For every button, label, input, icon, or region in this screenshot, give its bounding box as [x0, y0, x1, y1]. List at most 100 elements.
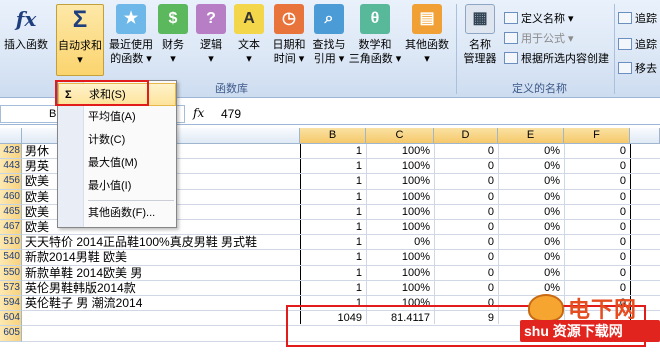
cell-b[interactable]: 1	[302, 190, 362, 205]
cell-c[interactable]: 100%	[370, 174, 430, 189]
cell-c[interactable]: 100%	[370, 144, 430, 159]
column-header-d[interactable]: D	[434, 128, 498, 144]
remove-arrows-button[interactable]: 移去	[618, 60, 657, 76]
cell-e[interactable]: 0%	[500, 190, 560, 205]
cell-f[interactable]: 0	[566, 174, 626, 189]
row-header[interactable]: 573	[0, 280, 22, 296]
cell-c[interactable]: 100%	[370, 266, 430, 281]
cell-f[interactable]: 0	[566, 190, 626, 205]
row-header[interactable]: 460	[0, 189, 22, 205]
row-header[interactable]: 604	[0, 311, 22, 327]
cell-d[interactable]: 0	[434, 174, 494, 189]
cell-c[interactable]: 100%	[370, 159, 430, 174]
menu-item-average[interactable]: 平均值(A)	[58, 106, 176, 129]
cell-a[interactable]: 新款单鞋 2014欧美 男	[25, 266, 300, 281]
trace-precedents-button[interactable]: 追踪	[618, 10, 657, 26]
cell-b[interactable]: 1	[302, 205, 362, 220]
cell-f[interactable]: 0	[566, 205, 626, 220]
cell-e[interactable]: 0%	[500, 266, 560, 281]
cell-e[interactable]: 0%	[500, 235, 560, 250]
row-header[interactable]: 540	[0, 250, 22, 266]
column-header-f[interactable]: F	[564, 128, 630, 144]
row-header[interactable]: 510	[0, 235, 22, 251]
cell-b[interactable]: 1	[302, 250, 362, 265]
cell-c[interactable]: 100%	[370, 205, 430, 220]
row-header[interactable]: 428	[0, 144, 22, 160]
cell-e[interactable]: 0%	[500, 144, 560, 159]
math-trig-button[interactable]: θ 数学和 三角函数 ▾	[349, 4, 401, 76]
text-button[interactable]: A 文本 ▾	[234, 4, 264, 76]
cell-f[interactable]: 0	[566, 159, 626, 174]
cell-d[interactable]: 0	[434, 266, 494, 281]
define-name-button[interactable]: 定义名称 ▾	[504, 10, 574, 26]
trace-dependents-button[interactable]: 追踪	[618, 36, 657, 52]
column-header-b[interactable]: B	[300, 128, 366, 144]
cell-a[interactable]: 新款2014男鞋 欧美	[25, 250, 300, 265]
cell-f[interactable]: 0	[566, 250, 626, 265]
menu-item-max[interactable]: 最大值(M)	[58, 152, 176, 175]
cell-f[interactable]: 0	[566, 235, 626, 250]
cell-e[interactable]: 0%	[500, 250, 560, 265]
cell-f[interactable]: 0	[566, 220, 626, 235]
cell-d[interactable]: 0	[434, 281, 494, 296]
insert-function-button[interactable]: fx 插入函数	[2, 4, 50, 76]
cell-e[interactable]: 0%	[500, 220, 560, 235]
cell-b[interactable]: 1	[302, 281, 362, 296]
row-header[interactable]: 550	[0, 265, 22, 281]
use-in-formula-icon	[504, 32, 518, 44]
column-header-g[interactable]	[630, 128, 660, 144]
cell-a[interactable]: 天天特价 2014正品鞋100%真皮男鞋 男式鞋	[25, 235, 300, 250]
column-header-e[interactable]: E	[498, 128, 564, 144]
site-watermark: 电下网 shu 资源下载网	[520, 292, 660, 355]
cell-b[interactable]: 1	[302, 220, 362, 235]
formula-input[interactable]: 479	[221, 107, 241, 121]
financial-button[interactable]: $ 财务 ▾	[158, 4, 188, 76]
cell-f[interactable]: 0	[566, 144, 626, 159]
cell-a[interactable]: 英伦鞋子 男 潮流2014	[25, 296, 300, 311]
cell-b[interactable]: 1	[302, 159, 362, 174]
column-header-c[interactable]: C	[366, 128, 434, 144]
cell-e[interactable]: 0%	[500, 205, 560, 220]
math-book-icon: θ	[360, 4, 390, 34]
menu-item-more-functions[interactable]: 其他函数(F)...	[58, 202, 176, 225]
menu-item-min[interactable]: 最小值(I)	[58, 175, 176, 198]
cell-d[interactable]: 0	[434, 235, 494, 250]
cell-b[interactable]: 1	[302, 266, 362, 281]
row-header[interactable]: 467	[0, 220, 22, 236]
cell-d[interactable]: 0	[434, 250, 494, 265]
cell-c[interactable]: 100%	[370, 250, 430, 265]
cell-d[interactable]: 0	[434, 205, 494, 220]
select-all-corner[interactable]	[0, 128, 22, 144]
cell-c[interactable]: 100%	[370, 190, 430, 205]
cell-c[interactable]: 100%	[370, 220, 430, 235]
fx-icon[interactable]: fx	[193, 106, 204, 120]
row-header[interactable]: 594	[0, 296, 22, 312]
use-in-formula-button[interactable]: 用于公式 ▾	[504, 30, 574, 46]
cell-b[interactable]: 1	[302, 235, 362, 250]
cell-d[interactable]: 0	[434, 144, 494, 159]
more-functions-button[interactable]: ▤ 其他函数 ▾	[402, 4, 452, 76]
cell-d[interactable]: 0	[434, 190, 494, 205]
menu-item-count[interactable]: 计数(C)	[58, 129, 176, 152]
name-manager-button[interactable]: ▦ 名称 管理器	[460, 4, 500, 76]
cell-b[interactable]: 1	[302, 174, 362, 189]
row-header[interactable]: 465	[0, 204, 22, 220]
cell-e[interactable]: 0%	[500, 174, 560, 189]
cell-e[interactable]: 0%	[500, 159, 560, 174]
row-header[interactable]: 456	[0, 174, 22, 190]
create-from-selection-button[interactable]: 根据所选内容创建	[504, 50, 609, 66]
autosum-button[interactable]: Σ 自动求和 ▾	[56, 4, 104, 76]
datetime-button[interactable]: ◷ 日期和 时间 ▾	[270, 4, 308, 76]
cell-d[interactable]: 0	[434, 159, 494, 174]
cell-c[interactable]: 100%	[370, 281, 430, 296]
cell-d[interactable]: 0	[434, 220, 494, 235]
row-header[interactable]: 605	[0, 326, 22, 342]
lookup-button[interactable]: ⌕ 查找与 引用 ▾	[310, 4, 348, 76]
logical-button[interactable]: ? 逻辑 ▾	[196, 4, 226, 76]
row-header[interactable]: 443	[0, 159, 22, 175]
cell-b[interactable]: 1	[302, 144, 362, 159]
recent-functions-button[interactable]: ★ 最近使用 的函数 ▾	[106, 4, 156, 76]
cell-a[interactable]: 英伦男鞋韩版2014款	[25, 281, 300, 296]
cell-c[interactable]: 0%	[370, 235, 430, 250]
cell-f[interactable]: 0	[566, 266, 626, 281]
